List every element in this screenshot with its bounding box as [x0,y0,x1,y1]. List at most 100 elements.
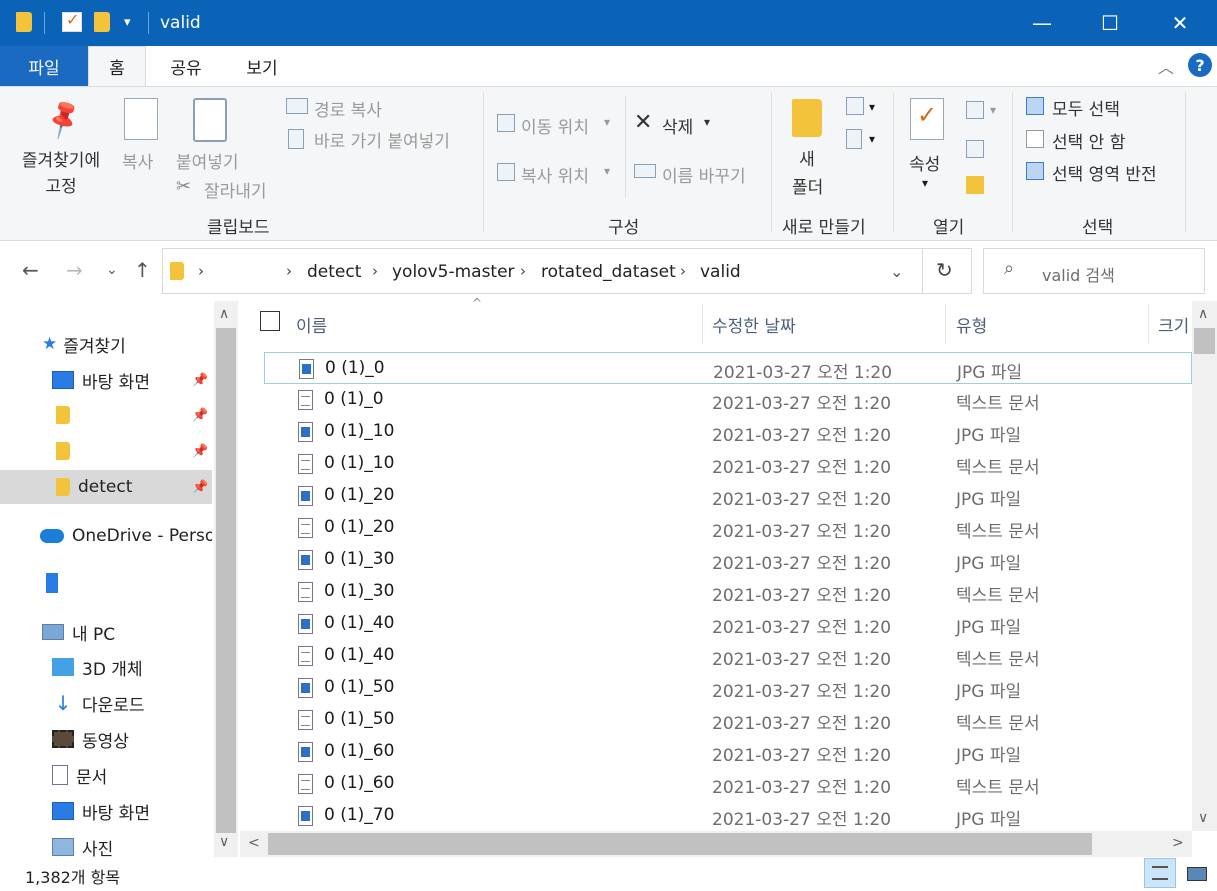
select-all-checkbox[interactable] [260,311,280,331]
minimize-button[interactable]: — [1006,0,1078,46]
sidebar-item-desktop[interactable]: 바탕 화면 [0,794,212,828]
select-none-button[interactable]: 선택 안 함 [1052,128,1125,153]
scroll-down-arrow-icon[interactable]: ∨ [219,834,229,850]
file-row[interactable]: 0 (1)_0 2021-03-27 오전 1:20 텍스트 문서 [264,384,1192,416]
column-divider[interactable] [945,304,946,344]
details-view-icon [1152,866,1168,880]
refresh-icon[interactable]: ↻ [936,258,953,282]
help-icon[interactable]: ? [1188,53,1212,77]
paste-shortcut-button[interactable]: 바로 가기 붙여넣기 [314,127,450,152]
file-row[interactable]: 0 (1)_40 2021-03-27 오전 1:20 JPG 파일 [264,608,1192,640]
building-icon [46,573,58,593]
column-header-size[interactable]: 크기 [1158,312,1192,337]
back-arrow-icon[interactable]: ← [22,258,39,282]
up-arrow-icon[interactable]: ↑ [134,258,151,282]
column-header-name[interactable]: 이름 [296,312,327,337]
file-row[interactable]: 0 (1)_70 2021-03-27 오전 1:20 JPG 파일 [264,800,1192,832]
file-row[interactable]: 0 (1)_30 2021-03-27 오전 1:20 텍스트 문서 [264,576,1192,608]
sidebar-item-folder[interactable]: 📌 [0,434,212,468]
tab-home[interactable]: 홈 [88,46,146,86]
history-icon[interactable] [966,176,984,194]
file-name: 0 (1)_0 [324,389,384,409]
copy-button[interactable]: 복사 [122,148,153,173]
sidebar-item-documents[interactable]: 문서 [0,758,212,792]
new-folder-icon[interactable] [94,12,116,34]
column-header-type[interactable]: 유형 [956,312,987,337]
tab-file[interactable]: 파일 [0,46,88,86]
sidebar-item-this-pc[interactable]: 내 PC [0,615,212,649]
edit-icon[interactable] [966,140,984,158]
easy-access-icon[interactable] [846,129,862,149]
forward-arrow-icon[interactable]: → [66,258,83,282]
new-folder-button[interactable]: 새 폴더 [792,146,823,202]
sidebar-item-folder[interactable]: 📌 [0,398,212,432]
file-list-scroll-thumb[interactable] [1194,328,1215,354]
column-divider[interactable] [702,304,703,344]
delete-button[interactable]: 삭제 [662,113,693,138]
breadcrumb-detect[interactable]: detect [307,262,361,282]
file-row[interactable]: 0 (1)_10 2021-03-27 오전 1:20 텍스트 문서 [264,448,1192,480]
chevron-down-icon[interactable]: ▾ [124,15,131,30]
sidebar-item-desktop[interactable]: 바탕 화면 📌 [0,363,212,397]
close-button[interactable]: ✕ [1144,0,1216,46]
column-divider[interactable] [1148,304,1149,344]
details-view-button[interactable] [1144,858,1176,888]
column-header-date[interactable]: 수정한 날짜 [712,312,796,337]
scroll-down-arrow-icon[interactable]: ∨ [1198,810,1208,826]
file-row[interactable]: 0 (1)_50 2021-03-27 오전 1:20 텍스트 문서 [264,704,1192,736]
sidebar-item-quick-access[interactable]: ★ 즐겨찾기 [0,327,212,361]
open-icon[interactable] [966,101,984,119]
breadcrumb-rotated-dataset[interactable]: rotated_dataset [541,262,676,282]
sidebar-item-3d-objects[interactable]: 3D 개체 [0,650,212,684]
breadcrumb-valid[interactable]: valid [700,262,741,282]
sidebar-scroll-thumb[interactable] [216,328,236,833]
copy-to-button[interactable]: 복사 위치 [521,162,589,187]
maximize-button[interactable]: ☐ [1074,0,1146,46]
properties-icon: ✓ [910,98,944,140]
horizontal-scroll-thumb[interactable] [268,833,1092,855]
file-list-scrollbar[interactable] [1192,301,1217,831]
sidebar-item-videos[interactable]: 동영상 [0,722,212,756]
file-row[interactable]: 0 (1)_30 2021-03-27 오전 1:20 JPG 파일 [264,544,1192,576]
large-icons-view-button[interactable] [1180,858,1212,888]
invert-selection-button[interactable]: 선택 영역 반전 [1052,160,1157,185]
select-all-button[interactable]: 모두 선택 [1052,95,1120,120]
image-file-icon [299,359,314,379]
breadcrumb-yolov5-master[interactable]: yolov5-master [392,262,515,282]
properties-button[interactable]: 속성 [909,150,940,175]
scroll-left-arrow-icon[interactable]: < [248,835,260,851]
scroll-right-arrow-icon[interactable]: > [1172,835,1184,851]
sidebar-item-detect[interactable]: detect 📌 [0,470,212,504]
recent-locations-icon[interactable]: ⌄ [106,262,118,278]
star-icon: ★ [42,334,58,354]
scroll-up-arrow-icon[interactable]: ∧ [219,306,229,322]
file-row[interactable]: 0 (1)_60 2021-03-27 오전 1:20 텍스트 문서 [264,768,1192,800]
file-row[interactable]: 0 (1)_20 2021-03-27 오전 1:20 텍스트 문서 [264,512,1192,544]
sidebar-item-downloads[interactable]: ↓ 다운로드 [0,686,212,720]
file-row[interactable]: 0 (1)_60 2021-03-27 오전 1:20 JPG 파일 [264,736,1192,768]
organize-group-label: 구성 [608,218,640,238]
paste-button[interactable]: 붙여넣기 [176,148,239,173]
file-row[interactable]: 0 (1)_20 2021-03-27 오전 1:20 JPG 파일 [264,480,1192,512]
folder-icon [56,442,70,460]
pin-to-quick-access-button[interactable]: 즐겨찾기에 고정 [15,148,107,200]
sidebar-item-pictures[interactable]: 사진 [0,830,212,857]
sidebar-item-onedrive[interactable]: OneDrive - Persor [0,519,212,553]
copy-path-button[interactable]: 경로 복사 [314,96,382,121]
file-name: 0 (1)_50 [324,677,395,697]
tab-view[interactable]: 보기 [232,46,292,86]
file-row[interactable]: 0 (1)_0 2021-03-27 오전 1:20 JPG 파일 [264,352,1192,384]
address-dropdown-icon[interactable]: ⌄ [890,262,903,281]
rename-button[interactable]: 이름 바꾸기 [662,162,746,187]
cut-button[interactable]: 잘라내기 [204,177,267,202]
scroll-up-arrow-icon[interactable]: ∧ [1198,306,1208,322]
file-row[interactable]: 0 (1)_50 2021-03-27 오전 1:20 JPG 파일 [264,672,1192,704]
collapse-ribbon-icon[interactable]: ︿ [1158,54,1174,78]
move-to-button[interactable]: 이동 위치 [521,113,589,138]
properties-icon[interactable]: ✓ [62,10,82,32]
new-item-icon[interactable] [846,97,864,115]
file-row[interactable]: 0 (1)_40 2021-03-27 오전 1:20 텍스트 문서 [264,640,1192,672]
file-row[interactable]: 0 (1)_10 2021-03-27 오전 1:20 JPG 파일 [264,416,1192,448]
tab-share[interactable]: 공유 [156,46,216,86]
sidebar-item-organization[interactable] [0,566,212,600]
